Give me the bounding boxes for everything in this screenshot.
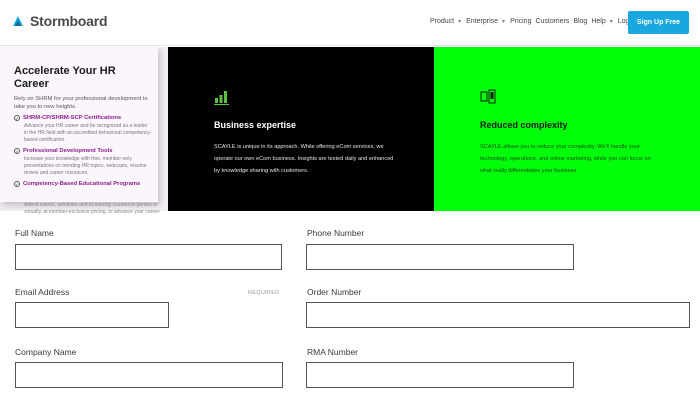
promo-item-title[interactable]: Professional Development Tools (23, 148, 112, 154)
check-circle-icon: ✓ (14, 181, 20, 187)
promo-item-text: Increase your knowledge with free, membe… (24, 156, 147, 176)
phone-number-label: Phone Number (307, 228, 365, 238)
panel-title: Reduced complexity (480, 120, 568, 130)
full-name-input[interactable] (15, 244, 282, 270)
rma-number-label: RMA Number (307, 347, 359, 357)
promo-item-title[interactable]: SHRM-CP/SHRM-SCP Certifications (23, 115, 121, 121)
panel-text: SCAYLE is unique in its approach. While … (214, 144, 394, 174)
nav-pricing[interactable]: Pricing (510, 18, 531, 25)
promo-item-title[interactable]: Competency-Based Educational Programs (23, 181, 140, 187)
required-badge: REQUIRED (248, 290, 280, 296)
email-address-input[interactable] (15, 302, 169, 328)
phone-number-input[interactable] (306, 244, 574, 270)
company-name-label: Company Name (15, 347, 77, 357)
sign-up-free-button[interactable]: Sign Up Free (628, 11, 689, 34)
email-address-label: Email Address (15, 287, 70, 297)
order-number-input[interactable] (306, 302, 690, 328)
main-nav: Product ▾ Enterprise ▾ Pricing Customers… (430, 18, 648, 25)
hr-career-promo-card: Accelerate Your HR Career Rely on SHRM f… (0, 47, 158, 202)
company-name-input[interactable] (15, 362, 283, 388)
reduced-complexity-panel: Reduced complexity SCAYLE allows you to … (434, 47, 700, 211)
nav-blog[interactable]: Blog (573, 18, 587, 25)
check-circle-icon: ✓ (14, 148, 20, 154)
promo-item-text: Attend events, seminars and eLearning co… (24, 202, 161, 215)
site-header: Stormboard Product ▾ Enterprise ▾ Pricin… (0, 0, 700, 46)
panel-title: Business expertise (214, 120, 297, 130)
nav-enterprise[interactable]: Enterprise (466, 18, 498, 25)
chevron-down-icon[interactable]: ▾ (502, 18, 505, 25)
promo-title: Accelerate Your HR Career (14, 65, 116, 90)
promo-lead: Rely on SHRM for your professional devel… (14, 96, 148, 110)
logo-text: Stormboard (30, 13, 108, 29)
business-expertise-panel: Business expertise SCAYLE is unique in i… (168, 47, 434, 211)
stormboard-logo-icon (10, 13, 26, 29)
nav-customers[interactable]: Customers (535, 18, 569, 25)
nav-product[interactable]: Product (430, 18, 454, 25)
rma-number-input[interactable] (306, 362, 574, 388)
order-number-label: Order Number (307, 287, 362, 297)
panel-text: SCAYLE allows you to reduce your complex… (480, 144, 651, 174)
promo-item: ✓ Competency-Based Educational Programs (14, 181, 152, 187)
nav-help[interactable]: Help (591, 18, 605, 25)
check-circle-icon: ✓ (14, 115, 20, 121)
promo-item: ✓ SHRM-CP/SHRM-SCP Certifications Advanc… (14, 115, 152, 144)
promo-item-text: Advance your HR career and be recognized… (24, 123, 152, 143)
logo[interactable]: Stormboard (10, 13, 108, 29)
full-name-label: Full Name (15, 228, 54, 238)
promo-item: ✓ Professional Development Tools Increas… (14, 148, 152, 177)
chevron-down-icon[interactable]: ▾ (610, 18, 613, 25)
chevron-down-icon[interactable]: ▾ (458, 18, 461, 25)
bar-chart-icon (214, 89, 230, 105)
devices-icon (480, 89, 496, 105)
